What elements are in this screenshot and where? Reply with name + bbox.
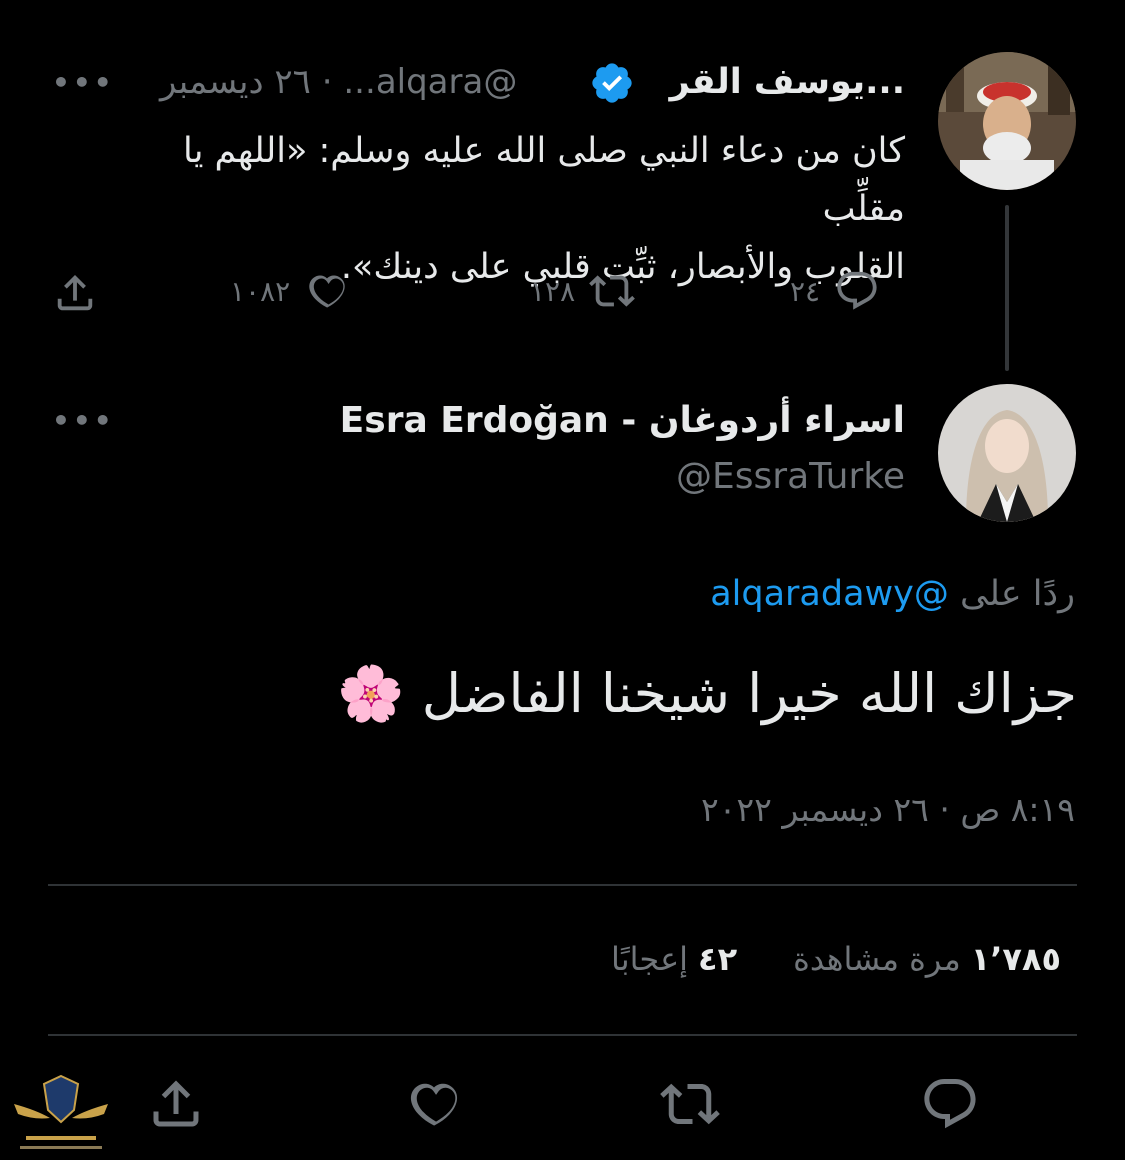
replying-to-link[interactable]: @alqaradawy	[710, 574, 949, 614]
retweet-icon	[589, 275, 635, 307]
parent-text-line1: كان من دعاء النبي صلى الله عليه وسلم: «ا…	[183, 131, 905, 229]
replying-prefix: ردًا على	[960, 574, 1075, 614]
parent-avatar[interactable]	[938, 52, 1076, 190]
share-button[interactable]	[146, 1074, 206, 1134]
parent-retweet-count: ١٢٨	[530, 274, 576, 308]
tweet-timestamp[interactable]: ٨:١٩ ص · ٢٦ ديسمبر ٢٠٢٢	[701, 790, 1075, 829]
reply-handle[interactable]: @EssraTurke	[676, 456, 905, 497]
share-icon[interactable]	[52, 270, 98, 316]
reply-icon	[837, 271, 877, 310]
parent-handle-date: @alqara... · ٢٦ ديسمبر	[160, 62, 518, 102]
like-button[interactable]	[404, 1074, 464, 1134]
tweet-stats: ١٬٧٨٥مرة مشاهدة ٤٢إعجابًا	[611, 940, 1061, 978]
views-count: ١٬٧٨٥	[970, 940, 1061, 978]
likes-count: ٤٢	[698, 940, 738, 978]
parent-text-line2: القلوب والأبصار، ثبِّت قلبي على دينك».	[340, 247, 905, 287]
parent-reply-button[interactable]: ٢٤	[790, 268, 880, 314]
parent-author-name[interactable]: يوسف القر...	[670, 62, 905, 102]
reply-author-name[interactable]: اسراء أردوغان - Esra Erdoğan	[340, 400, 905, 441]
retweet-button[interactable]	[660, 1074, 720, 1134]
share-icon	[153, 1080, 199, 1127]
divider	[48, 1034, 1077, 1036]
likes-stat[interactable]: ٤٢إعجابًا	[611, 940, 737, 978]
parent-like-button[interactable]: ١٠٨٢	[230, 268, 350, 314]
parent-retweet-button[interactable]: ١٢٨	[530, 268, 635, 314]
retweet-icon	[660, 1083, 720, 1125]
reply-button[interactable]	[920, 1074, 980, 1134]
verified-badge-icon	[589, 60, 635, 106]
watermark-logo	[6, 1070, 116, 1156]
views-label: مرة مشاهدة	[793, 940, 961, 978]
parent-tweet-text: كان من دعاء النبي صلى الله عليه وسلم: «ا…	[105, 122, 905, 296]
like-icon	[309, 275, 345, 308]
more-icon[interactable]: •••	[52, 66, 115, 99]
parent-reply-count: ٢٤	[790, 274, 821, 308]
reply-tweet-text: جزاك الله خيرا شيخنا الفاضل 🌸	[337, 662, 1077, 725]
replying-to: ردًا على @alqaradawy	[710, 574, 1075, 614]
reply-icon	[924, 1079, 976, 1129]
more-icon[interactable]: •••	[52, 404, 115, 437]
views-stat[interactable]: ١٬٧٨٥مرة مشاهدة	[793, 940, 1061, 978]
reply-avatar[interactable]	[938, 384, 1076, 522]
parent-like-count: ١٠٨٢	[230, 274, 291, 308]
thread-line	[1005, 205, 1009, 371]
likes-label: إعجابًا	[611, 940, 689, 978]
like-icon	[410, 1083, 458, 1126]
divider	[48, 884, 1077, 886]
